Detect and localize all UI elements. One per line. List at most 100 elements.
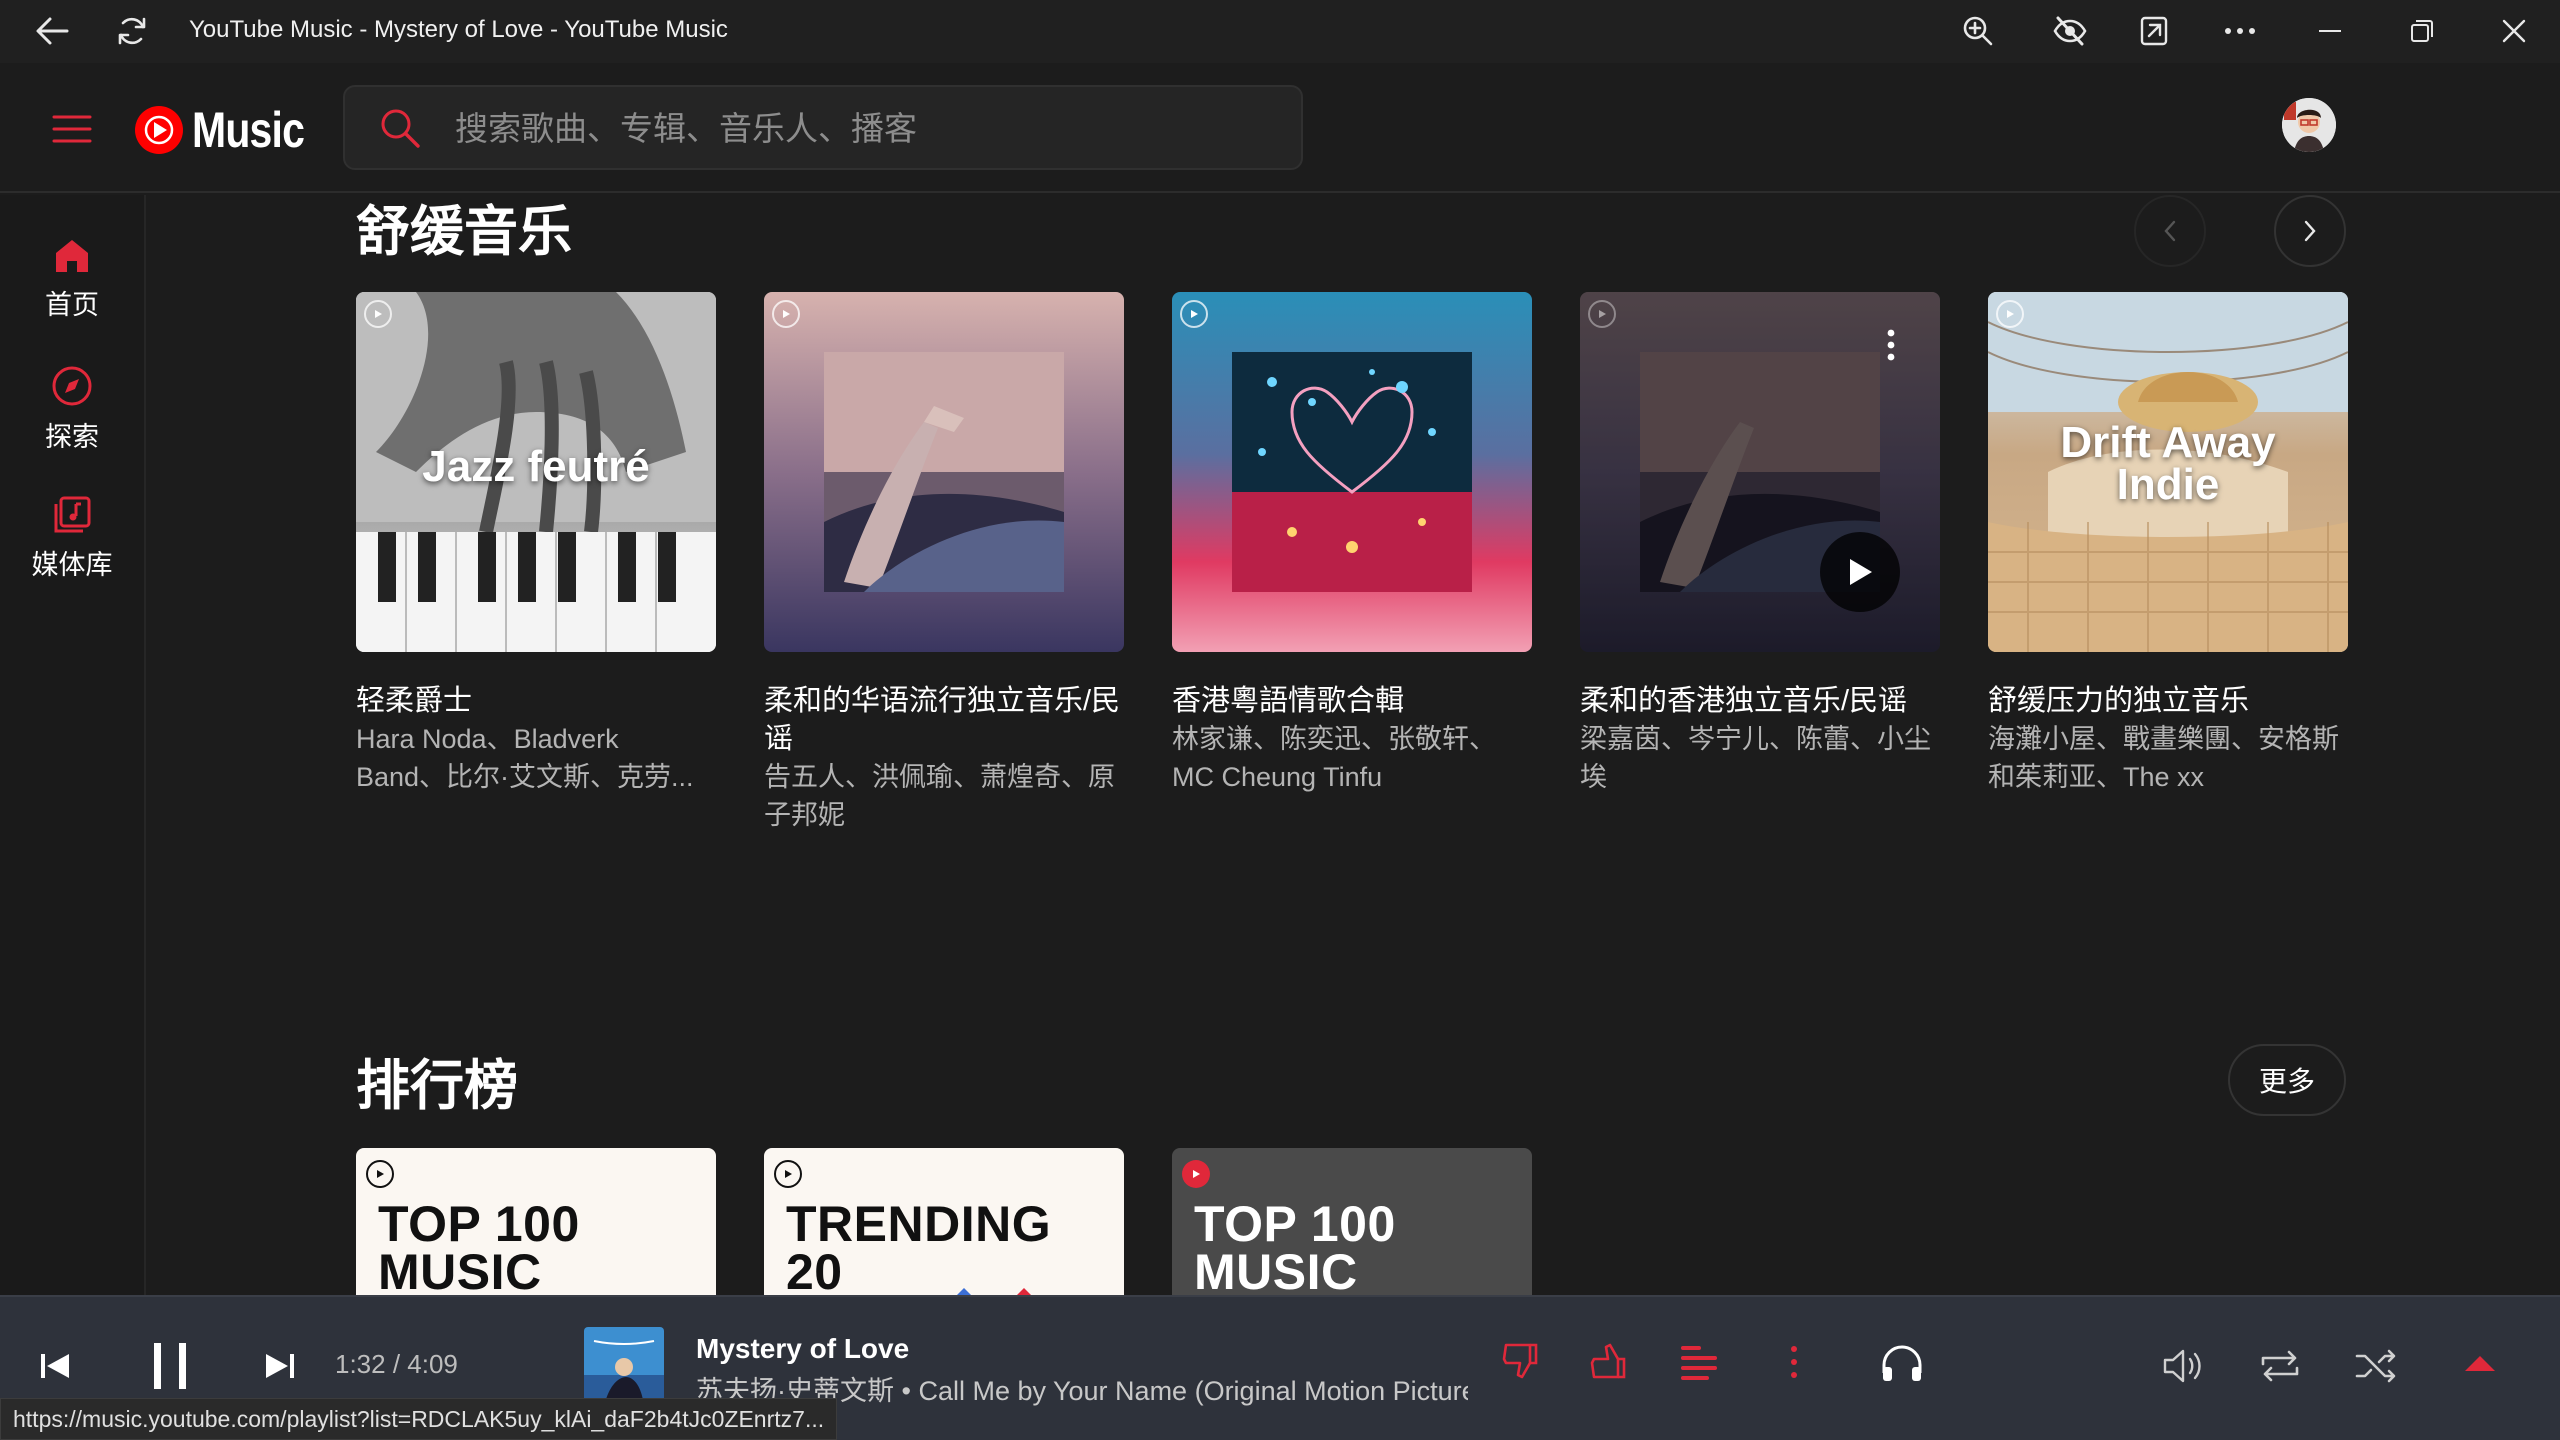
playlist-title[interactable]: 香港粵語情歌合輯 (1172, 682, 1532, 720)
thumbnail-overlay-text: Jazz feutré (422, 442, 650, 491)
search-input[interactable] (455, 101, 1275, 157)
playlist-thumbnail[interactable] (764, 292, 1124, 652)
chart-card-line2: MUSIC VIDEOS (378, 1244, 542, 1295)
youtube-music-logo-icon (135, 106, 183, 154)
user-avatar[interactable] (2282, 98, 2336, 152)
section-title-relax: 舒缓音乐 (356, 202, 572, 262)
headphones-icon (1882, 1345, 1922, 1381)
volume-button[interactable] (2158, 1341, 2208, 1391)
chart-card[interactable]: TRENDING 20 (764, 1148, 1124, 1295)
sidebar-item-label: 首页 (45, 290, 99, 320)
album-art-icon (584, 1327, 664, 1407)
zoom-in-icon (1963, 16, 1993, 46)
app-available-button[interactable] (2128, 8, 2180, 54)
more-options-button[interactable] (2214, 8, 2266, 54)
dislike-button[interactable] (1496, 1337, 1544, 1385)
playlist-badge-icon (1588, 300, 1616, 328)
card-menu-button[interactable] (1886, 328, 1896, 367)
playlist-thumbnail[interactable]: Jazz feutré (356, 292, 716, 652)
now-playing-thumbnail[interactable] (584, 1327, 664, 1407)
queue-icon (1681, 1346, 1717, 1380)
like-button[interactable] (1584, 1337, 1632, 1385)
playlist-thumbnail[interactable] (1172, 292, 1532, 652)
playlist-badge-icon (1182, 1160, 1210, 1188)
expand-player-button[interactable] (2458, 1341, 2502, 1385)
restore-icon (2411, 20, 2433, 42)
playlist-card[interactable]: 香港粵語情歌合輯 林家谦、陈奕迅、张敬轩、MC Cheung Tinfu (1172, 292, 1532, 796)
restore-button[interactable] (2396, 8, 2448, 54)
sidebar-item-label: 媒体库 (31, 550, 113, 580)
playlist-title[interactable]: 柔和的华语流行独立音乐/民谣 (764, 682, 1124, 758)
thumbs-up-icon (1590, 1343, 1626, 1379)
chart-card-line1: TOP 100 (378, 1196, 580, 1252)
skip-previous-icon (41, 1354, 69, 1378)
playlist-card[interactable]: 柔和的香港独立音乐/民谣 梁嘉茵、岑宁儿、陈蕾、小尘埃 (1580, 292, 1940, 796)
card-play-button[interactable] (1820, 532, 1900, 612)
main-content: 舒缓音乐 Jazz feutré 轻柔爵士 Hara Noda、Bladverk… (148, 195, 2560, 1295)
back-button[interactable] (26, 8, 78, 54)
avatar-image-icon (2282, 98, 2336, 152)
audio-output-button[interactable] (1876, 1337, 1928, 1389)
caret-up-icon (2465, 1356, 2495, 1371)
refresh-button[interactable] (106, 8, 158, 54)
tracking-prevention-button[interactable] (2044, 8, 2096, 54)
player-more-button[interactable] (1774, 1337, 1814, 1387)
skip-next-icon (266, 1354, 294, 1378)
volume-icon (2163, 1349, 2201, 1383)
carousel-prev-button[interactable] (2134, 195, 2206, 267)
search-box[interactable] (343, 85, 1303, 170)
thumbs-down-icon (1502, 1343, 1538, 1379)
playlist-thumbnail[interactable]: Drift Away Indie (1988, 292, 2348, 652)
more-charts-button[interactable]: 更多 (2228, 1044, 2346, 1116)
chart-card[interactable]: TOP 100 MUSIC VIDEOS (1172, 1148, 1532, 1295)
play-icon (1850, 559, 1872, 585)
playlist-thumbnail[interactable] (1580, 292, 1940, 652)
hamburger-icon (52, 115, 92, 143)
playlist-title[interactable]: 柔和的香港独立音乐/民谣 (1580, 682, 1940, 720)
pause-icon (154, 1343, 186, 1389)
sidebar-item-home[interactable]: 首页 (0, 237, 144, 347)
playlist-subtitle: Hara Noda、Bladverk Band、比尔·艾文斯、克劳... (356, 724, 694, 792)
playlist-card[interactable]: Drift Away Indie 舒缓压力的独立音乐 海灘小屋、戰畫樂團、安格斯… (1988, 292, 2348, 796)
youtube-music-logo[interactable]: Music (134, 101, 329, 159)
previous-track-button[interactable] (30, 1341, 80, 1391)
playback-time: 1:32 / 4:09 (335, 1349, 458, 1379)
sidebar-item-explore[interactable]: 探索 (0, 365, 144, 475)
now-playing-title[interactable]: Mystery of Love (696, 1333, 909, 1365)
minimize-icon (2319, 30, 2341, 32)
playlist-title[interactable]: 轻柔爵士 (356, 682, 716, 720)
next-track-button[interactable] (255, 1341, 305, 1391)
playlist-badge-icon (772, 300, 800, 328)
compass-icon (52, 366, 92, 406)
zoom-button[interactable] (1952, 8, 2004, 54)
minimize-button[interactable] (2304, 8, 2356, 54)
thumbnail-overlay-text: Indie (2116, 460, 2220, 509)
shuffle-icon (2355, 1349, 2396, 1383)
close-button[interactable] (2488, 8, 2540, 54)
sidebar: 首页 探索 媒体库 (0, 195, 146, 1295)
sidebar-item-library[interactable]: 媒体库 (0, 495, 144, 605)
chart-card[interactable]: TOP 100 MUSIC VIDEOS (356, 1148, 716, 1295)
playlist-card[interactable]: 柔和的华语流行独立音乐/民谣 告五人、洪佩瑜、萧煌奇、原子邦妮 (764, 292, 1124, 834)
pause-button[interactable] (140, 1331, 200, 1401)
menu-button[interactable] (48, 107, 96, 151)
carousel-next-button[interactable] (2274, 195, 2346, 267)
playlist-badge-icon (1996, 300, 2024, 328)
window-titlebar: YouTube Music - Mystery of Love - YouTub… (0, 0, 2560, 63)
playlist-badge-icon (774, 1160, 802, 1188)
shuffle-button[interactable] (2350, 1341, 2402, 1391)
sidebar-item-label: 探索 (45, 422, 99, 452)
app-header: Music (0, 63, 2560, 193)
playlist-title[interactable]: 舒缓压力的独立音乐 (1988, 682, 2348, 720)
playlist-card[interactable]: Jazz feutré 轻柔爵士 Hara Noda、Bladverk Band… (356, 292, 716, 796)
queue-button[interactable] (1674, 1337, 1724, 1387)
thumbnail-overlay-text: Drift Away (2060, 418, 2276, 467)
search-icon (381, 109, 420, 148)
status-bar-url: https://music.youtube.com/playlist?list=… (0, 1398, 838, 1440)
repeat-button[interactable] (2254, 1341, 2306, 1391)
playlist-subtitle: 林家谦、陈奕迅、张敬轩、MC Cheung Tinfu (1172, 724, 1496, 792)
chevron-left-icon (2164, 220, 2176, 242)
chart-card-line1: TOP 100 (1194, 1196, 1396, 1252)
playlist-subtitle: 告五人、洪佩瑜、萧煌奇、原子邦妮 (764, 762, 1115, 830)
window-title: YouTube Music - Mystery of Love - YouTub… (189, 16, 728, 43)
